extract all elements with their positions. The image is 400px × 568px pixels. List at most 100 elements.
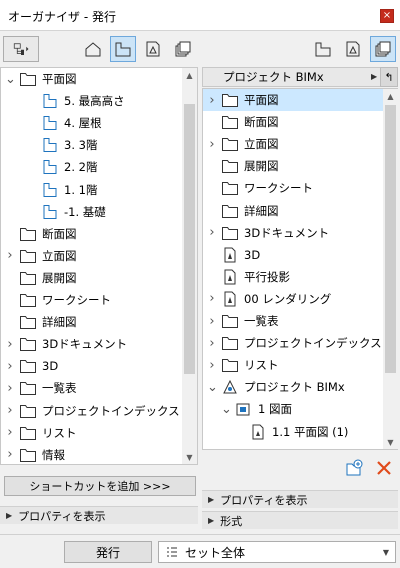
- folder-icon: [221, 136, 239, 152]
- tree-item[interactable]: 詳細図: [1, 311, 185, 333]
- right-publisher-sets-button[interactable]: [370, 36, 396, 62]
- tree-item[interactable]: › リスト: [203, 354, 387, 376]
- navigator-menu-button[interactable]: [3, 36, 39, 62]
- expand-arrow-icon[interactable]: ⌄: [221, 402, 232, 417]
- tree-item[interactable]: ⌄ 平面図: [1, 68, 185, 90]
- tree-item[interactable]: › プロジェクトインデックス: [1, 400, 185, 422]
- tree-item[interactable]: › 3Dドキュメント: [1, 333, 185, 355]
- collapse-arrow-icon[interactable]: ›: [5, 447, 15, 462]
- scroll-down-icon[interactable]: ▼: [182, 450, 197, 464]
- view-map-tree[interactable]: ⌄ 平面図 5. 最高高さ 4. 屋根 3. 3階 2. 2階 1. 1階 -1. 基礎断面図…: [0, 67, 198, 465]
- collapse-arrow-icon[interactable]: ›: [207, 314, 217, 329]
- collapse-arrow-icon[interactable]: ›: [5, 425, 15, 440]
- right-layout-book-button[interactable]: [340, 36, 366, 62]
- tree-item[interactable]: 5. 最高高さ: [1, 90, 185, 112]
- collapse-arrow-icon[interactable]: ›: [5, 359, 15, 374]
- add-shortcut-button[interactable]: ショートカットを追加 >>>: [4, 476, 196, 496]
- tree-item-label: 3D: [42, 359, 59, 374]
- tree-item[interactable]: 断面図: [1, 223, 185, 245]
- tree-item-label: 1.1 平面図 (1): [272, 424, 349, 439]
- new-folder-button[interactable]: [344, 458, 364, 478]
- tree-item[interactable]: 1.1 平面図 (1): [203, 421, 387, 443]
- right-properties-toggle[interactable]: ▶ プロパティを表示: [202, 490, 398, 508]
- tree-item[interactable]: -1. 基礎: [1, 201, 185, 223]
- tree-item-label: 断面図: [244, 115, 279, 130]
- tree-item[interactable]: › 立面図: [1, 245, 185, 267]
- right-scrollbar[interactable]: ▲ ▼: [383, 89, 398, 449]
- close-button[interactable]: ×: [380, 9, 394, 23]
- tree-item-label: ワークシート: [244, 181, 313, 196]
- delete-button[interactable]: [374, 458, 394, 478]
- tree-item-label: 断面図: [42, 226, 77, 241]
- tree-item[interactable]: 展開図: [1, 267, 185, 289]
- scroll-down-icon[interactable]: ▼: [383, 435, 398, 449]
- tree-item[interactable]: ワークシート: [203, 177, 387, 199]
- collapse-arrow-icon[interactable]: ›: [5, 403, 15, 418]
- publish-button[interactable]: 発行: [64, 541, 152, 563]
- folder-icon: [221, 92, 239, 108]
- tree-item-label: 展開図: [42, 270, 77, 285]
- scroll-up-icon[interactable]: ▲: [383, 89, 398, 103]
- tree-icon: [13, 43, 29, 55]
- tree-item[interactable]: 1. 1階: [1, 179, 185, 201]
- publish-set-select[interactable]: セット全体 ▼: [158, 541, 396, 563]
- tree-item[interactable]: ⌄ 1 図面: [203, 398, 387, 420]
- tree-item[interactable]: › 一覧表: [1, 377, 185, 399]
- up-arrow-icon: ↰: [384, 70, 394, 84]
- publisher-sets-button[interactable]: [170, 36, 196, 62]
- tree-item-label: 5. 最高高さ: [64, 94, 125, 109]
- tree-item[interactable]: ⌄ プロジェクト BIMx: [203, 376, 387, 398]
- folder-icon: [19, 358, 37, 374]
- tree-item[interactable]: 断面図: [203, 111, 387, 133]
- right-scroll-thumb[interactable]: [385, 105, 396, 373]
- left-properties-toggle[interactable]: ▶ プロパティを表示: [0, 506, 198, 524]
- tree-item[interactable]: 詳細図: [203, 200, 387, 222]
- collapse-arrow-icon[interactable]: ›: [207, 291, 217, 306]
- expand-arrow-icon[interactable]: ⌄: [5, 72, 16, 87]
- tree-item[interactable]: › 立面図: [203, 133, 387, 155]
- left-scrollbar[interactable]: ▲ ▼: [182, 68, 197, 464]
- go-up-button[interactable]: ↰: [380, 67, 398, 87]
- expand-arrow-icon[interactable]: ⌄: [207, 380, 218, 395]
- collapse-arrow-icon[interactable]: ›: [207, 336, 217, 351]
- tree-item[interactable]: › 3Dドキュメント: [203, 222, 387, 244]
- tree-item[interactable]: › 平面図: [203, 89, 387, 111]
- project-selector[interactable]: プロジェクト BIMx ▶: [202, 67, 398, 87]
- tree-item[interactable]: › 一覧表: [203, 310, 387, 332]
- tree-item-label: 平面図: [244, 93, 279, 107]
- collapse-arrow-icon[interactable]: ›: [5, 337, 15, 352]
- expand-triangle-icon: ▶: [208, 495, 215, 504]
- tree-item[interactable]: 3. 3階: [1, 134, 185, 156]
- folder-icon: [221, 225, 239, 241]
- layout-book-button[interactable]: [140, 36, 166, 62]
- collapse-arrow-icon[interactable]: ›: [5, 381, 15, 396]
- collapse-arrow-icon[interactable]: ›: [207, 225, 217, 240]
- tree-item[interactable]: › リスト: [1, 422, 185, 444]
- right-view-map-button[interactable]: [310, 36, 336, 62]
- left-scroll-thumb[interactable]: [184, 104, 195, 374]
- tree-item-label: 2. 2階: [64, 160, 98, 175]
- collapse-arrow-icon[interactable]: ›: [207, 93, 217, 108]
- publisher-set-tree[interactable]: › 平面図断面図 › 立面図 展開図ワークシート詳細図 › 3Dドキュメント 3D 平行投影 › 0…: [202, 88, 398, 450]
- tree-item[interactable]: › 00 レンダリング: [203, 288, 387, 310]
- project-map-button[interactable]: [80, 36, 106, 62]
- tree-item[interactable]: 2. 2階: [1, 156, 185, 178]
- tree-item[interactable]: › プロジェクトインデックス: [203, 332, 387, 354]
- tree-item[interactable]: › 3D: [1, 355, 185, 377]
- tree-item[interactable]: 平行投影: [203, 266, 387, 288]
- story-view-icon: [41, 159, 59, 175]
- collapse-arrow-icon[interactable]: ›: [207, 137, 217, 152]
- tree-item-label: ワークシート: [42, 293, 111, 307]
- tree-item[interactable]: › 情報: [1, 444, 185, 464]
- tree-item[interactable]: 4. 屋根: [1, 112, 185, 134]
- collapse-arrow-icon[interactable]: ›: [5, 248, 15, 263]
- collapse-arrow-icon[interactable]: ›: [207, 358, 217, 373]
- scroll-up-icon[interactable]: ▲: [182, 68, 197, 82]
- tree-item[interactable]: ワークシート: [1, 289, 185, 311]
- tree-item[interactable]: 3D: [203, 244, 387, 266]
- tree-item-label: リスト: [42, 425, 77, 440]
- tree-item[interactable]: 展開図: [203, 155, 387, 177]
- format-toggle[interactable]: ▶ 形式: [202, 511, 398, 529]
- view-map-button[interactable]: [110, 36, 136, 62]
- story-view-icon: [41, 115, 59, 131]
